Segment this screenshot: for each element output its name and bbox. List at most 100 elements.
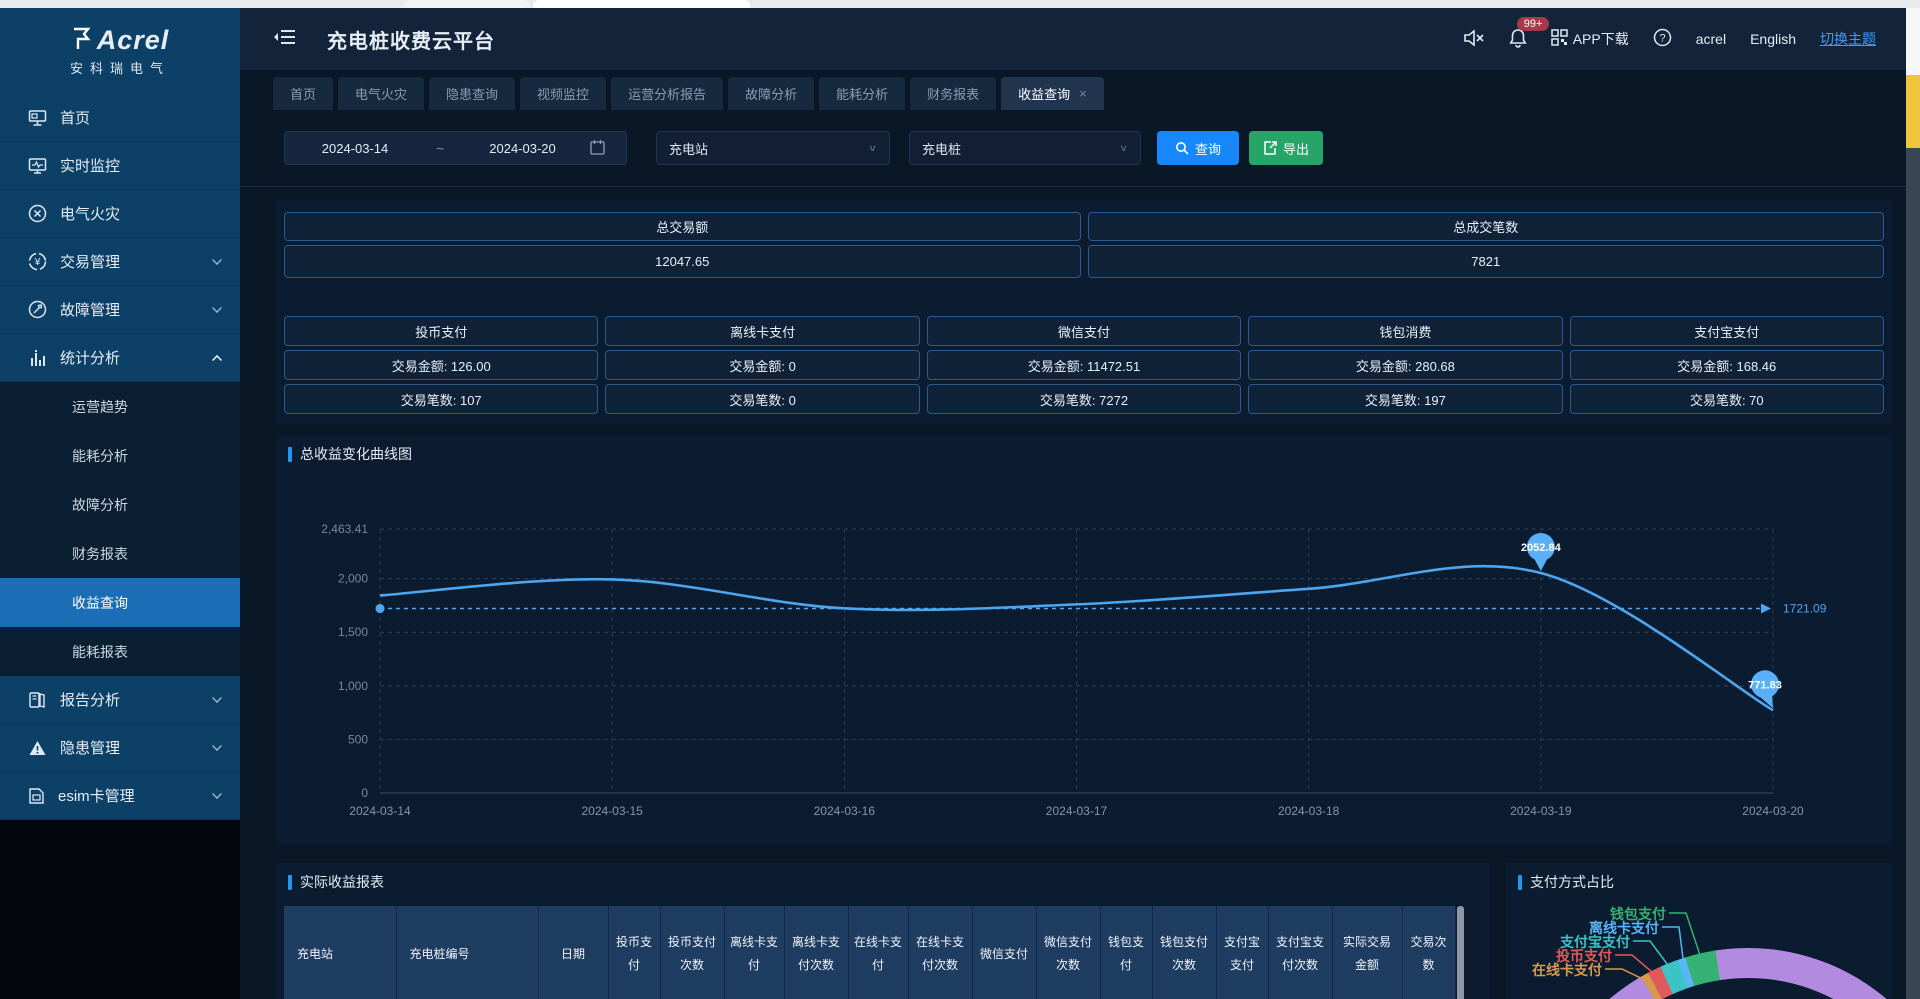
sidebar-item-label: esim卡管理 xyxy=(58,785,199,806)
income-report-table[interactable]: 充电站充电桩编号日期投币支付投币支付次数离线卡支付离线卡支付次数在线卡支付在线卡… xyxy=(284,906,1456,999)
date-range-picker[interactable]: 2024-03-14 ~ 2024-03-20 xyxy=(284,131,627,165)
app-download-link[interactable]: APP下载 xyxy=(1551,29,1629,49)
main-area: 充电桩收费云平台 99+ APP下载 ? acrel English 切换主题 xyxy=(240,8,1906,999)
sidebar-item-label: 统计分析 xyxy=(60,347,199,368)
sidebar-item-1[interactable]: 实时监控 xyxy=(0,142,240,190)
sidebar-subitem[interactable]: 能耗分析 xyxy=(0,431,240,480)
stats-icon xyxy=(28,349,47,367)
sidebar-item-4[interactable]: 故障管理 xyxy=(0,286,240,334)
tab-label: 运营分析报告 xyxy=(628,84,706,103)
brand-name: Acrel xyxy=(97,25,170,56)
tab-4[interactable]: 运营分析报告 xyxy=(611,77,723,110)
svg-text:2024-03-19: 2024-03-19 xyxy=(1510,804,1572,818)
scrollbar-top-gap xyxy=(1906,8,1920,75)
summary-card-label: 总交易额 xyxy=(284,212,1081,241)
svg-text:2024-03-15: 2024-03-15 xyxy=(581,804,643,818)
sidebar-subitem[interactable]: 财务报表 xyxy=(0,529,240,578)
table-column-header: 微信支付次数 xyxy=(1036,906,1100,999)
svg-text:771.83: 771.83 xyxy=(1748,679,1782,691)
tab-2[interactable]: 隐患查询 xyxy=(429,77,515,110)
tab-label: 故障分析 xyxy=(745,84,797,103)
chevron-down-icon xyxy=(212,789,222,799)
sidebar-subitem[interactable]: 运营趋势 xyxy=(0,382,240,431)
station-select[interactable]: 充电站 ∨ xyxy=(656,131,890,165)
tab-8[interactable]: 收益查询× xyxy=(1001,77,1104,110)
section-accent-bar xyxy=(1518,875,1522,890)
chevron-up-icon xyxy=(212,355,222,365)
revenue-line-chart[interactable]: 05001,0001,5002,0002,463.412024-03-14202… xyxy=(276,435,1892,845)
app-header: 充电桩收费云平台 99+ APP下载 ? acrel English 切换主题 xyxy=(240,8,1906,70)
home-icon xyxy=(28,109,47,127)
tab-3[interactable]: 视频监控 xyxy=(520,77,606,110)
scrollbar-thumb[interactable] xyxy=(1906,75,1920,148)
table-column-header: 投币支付次数 xyxy=(660,906,724,999)
payment-card-count: 交易笔数: 70 xyxy=(1570,384,1884,414)
acrel-flag-icon xyxy=(71,27,93,56)
svg-text:1,500: 1,500 xyxy=(338,625,368,639)
sidebar-item-3[interactable]: ¥交易管理 xyxy=(0,238,240,286)
table-column-header: 在线卡支付 xyxy=(848,906,908,999)
app-download-label: APP下载 xyxy=(1573,29,1629,49)
table-column-header: 钱包支付次数 xyxy=(1152,906,1216,999)
tab-label: 隐患查询 xyxy=(446,84,498,103)
chevron-down-icon: ∨ xyxy=(868,142,877,153)
table-scrollbar-thumb[interactable] xyxy=(1457,906,1464,999)
svg-text:2024-03-17: 2024-03-17 xyxy=(1046,804,1108,818)
tab-7[interactable]: 财务报表 xyxy=(910,77,996,110)
tab-bar: 首页电气火灾 隐患查询 视频监控 运营分析报告 故障分析 能耗分析财务报表收益查询× xyxy=(273,77,1104,110)
sidebar-item-6[interactable]: 报告分析 xyxy=(0,676,240,724)
tab-1[interactable]: 电气火灾 xyxy=(338,77,424,110)
window-scrollbar[interactable] xyxy=(1906,8,1920,999)
table-column-header: 实际交易金额 xyxy=(1332,906,1402,999)
sidebar-item-label: 报告分析 xyxy=(60,689,199,710)
mute-icon[interactable] xyxy=(1463,29,1485,50)
collapse-sidebar-icon[interactable] xyxy=(273,27,297,52)
sidebar-subitem[interactable]: 收益查询 xyxy=(0,578,240,627)
summary-card-value: 12047.65 xyxy=(284,245,1081,278)
payment-card-count: 交易笔数: 0 xyxy=(605,384,919,414)
export-button[interactable]: 导出 xyxy=(1249,131,1323,165)
tab-0[interactable]: 首页 xyxy=(273,77,333,110)
sidebar-subitem[interactable]: 能耗报表 xyxy=(0,627,240,676)
search-button[interactable]: 查询 xyxy=(1157,131,1239,165)
app-qr-icon xyxy=(1551,29,1568,49)
summary-card-value: 7821 xyxy=(1088,245,1885,278)
report-icon xyxy=(28,691,47,709)
totals-panel: 总交易额总成交笔数12047.657821 投币支付离线卡支付微信支付钱包消费支… xyxy=(276,200,1892,424)
payment-share-panel: 支付方式占比 钱包支付离线卡支付支付宝支付投币支付在线卡支付 xyxy=(1506,863,1892,999)
tab-6[interactable]: 能耗分析 xyxy=(819,77,905,110)
start-date-value[interactable]: 2024-03-14 xyxy=(285,141,425,156)
payment-card-amount: 交易金额: 11472.51 xyxy=(927,350,1241,380)
revenue-curve-panel: 总收益变化曲线图 05001,0001,5002,0002,463.412024… xyxy=(276,435,1892,845)
notifications-bell-icon[interactable]: 99+ xyxy=(1509,28,1527,51)
help-icon[interactable]: ? xyxy=(1653,28,1672,50)
tab-close-icon[interactable]: × xyxy=(1079,86,1087,101)
sidebar-item-label: 电气火灾 xyxy=(60,203,222,224)
svg-text:¥: ¥ xyxy=(34,257,41,268)
chevron-down-icon xyxy=(212,303,222,313)
calendar-icon xyxy=(590,139,605,158)
payment-card-title: 离线卡支付 xyxy=(605,316,919,346)
sidebar-submenu: 运营趋势能耗分析故障分析财务报表收益查询能耗报表 xyxy=(0,382,240,676)
end-date-value[interactable]: 2024-03-20 xyxy=(455,141,590,156)
username[interactable]: acrel xyxy=(1696,31,1726,47)
language-switch[interactable]: English xyxy=(1750,31,1796,47)
table-column-header: 在线卡支付次数 xyxy=(908,906,972,999)
sidebar-item-label: 首页 xyxy=(60,107,222,128)
sim-card-icon xyxy=(28,787,45,805)
sidebar-item-7[interactable]: 隐患管理 xyxy=(0,724,240,772)
sidebar-item-2[interactable]: 电气火灾 xyxy=(0,190,240,238)
sidebar-item-0[interactable]: 首页 xyxy=(0,94,240,142)
pile-select[interactable]: 充电桩 ∨ xyxy=(909,131,1141,165)
tab-5[interactable]: 故障分析 xyxy=(728,77,814,110)
sidebar-item-5[interactable]: 统计分析 xyxy=(0,334,240,382)
sidebar-item-8[interactable]: esim卡管理 xyxy=(0,772,240,820)
brand-subtitle: 安科瑞电气 xyxy=(70,58,170,77)
pie-label-0: 在线卡支付 xyxy=(1532,960,1602,980)
table-column-header: 支付宝支付 xyxy=(1216,906,1268,999)
svg-text:2024-03-14: 2024-03-14 xyxy=(349,804,411,818)
sidebar-subitem[interactable]: 故障分析 xyxy=(0,480,240,529)
browser-chrome-strip xyxy=(0,0,1920,8)
theme-switch-link[interactable]: 切换主题 xyxy=(1820,29,1876,49)
income-table-title: 实际收益报表 xyxy=(300,872,384,892)
